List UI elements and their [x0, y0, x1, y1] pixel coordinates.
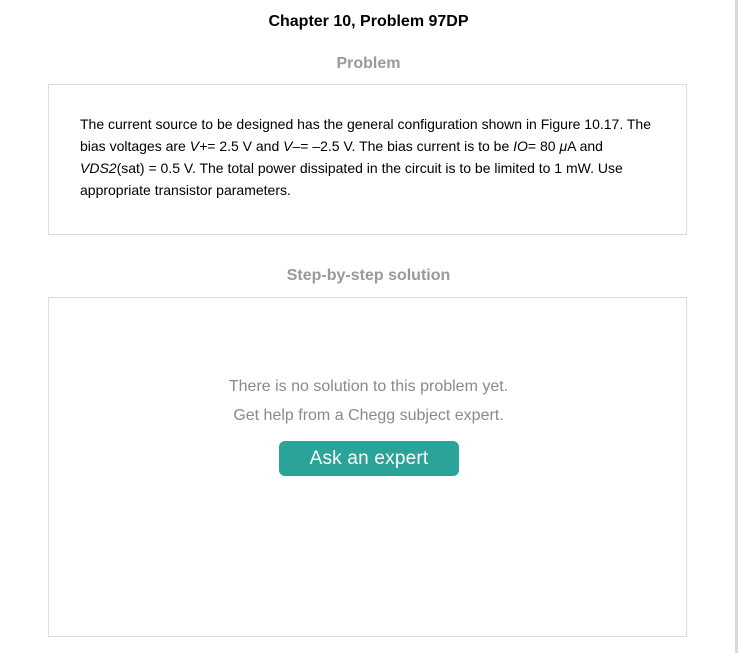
mu-symbol: μ — [559, 138, 568, 154]
problem-statement: The current source to be designed has th… — [80, 113, 660, 201]
variable-v-plus: V+ — [189, 138, 208, 154]
solution-box: There is no solution to this problem yet… — [48, 297, 687, 637]
problem-text-segment: = –2.5 V. The bias current is to be — [300, 138, 514, 154]
problem-text-segment: A and — [567, 138, 603, 154]
no-solution-message: There is no solution to this problem yet… — [49, 372, 688, 430]
problem-heading: Problem — [336, 55, 401, 72]
no-solution-line: There is no solution to this problem yet… — [228, 378, 509, 395]
problem-text-segment: = 80 — [527, 138, 560, 154]
problem-box: The current source to be designed has th… — [48, 84, 687, 235]
page-title: Chapter 10, Problem 97DP — [268, 13, 469, 30]
variable-v-minus: V– — [283, 138, 301, 154]
expert-help-line: Get help from a Chegg subject expert. — [233, 407, 504, 424]
problem-text-segment: = 2.5 V and — [207, 138, 284, 154]
variable-io: IO — [513, 138, 528, 154]
ask-expert-button[interactable]: Ask an expert — [279, 441, 459, 476]
problem-text-segment: (sat) = 0.5 V. The total power dissipate… — [80, 160, 623, 198]
variable-vds2: VDS2 — [80, 160, 117, 176]
page: Chapter 10, Problem 97DP Problem The cur… — [0, 0, 738, 653]
solution-heading: Step-by-step solution — [286, 267, 451, 284]
